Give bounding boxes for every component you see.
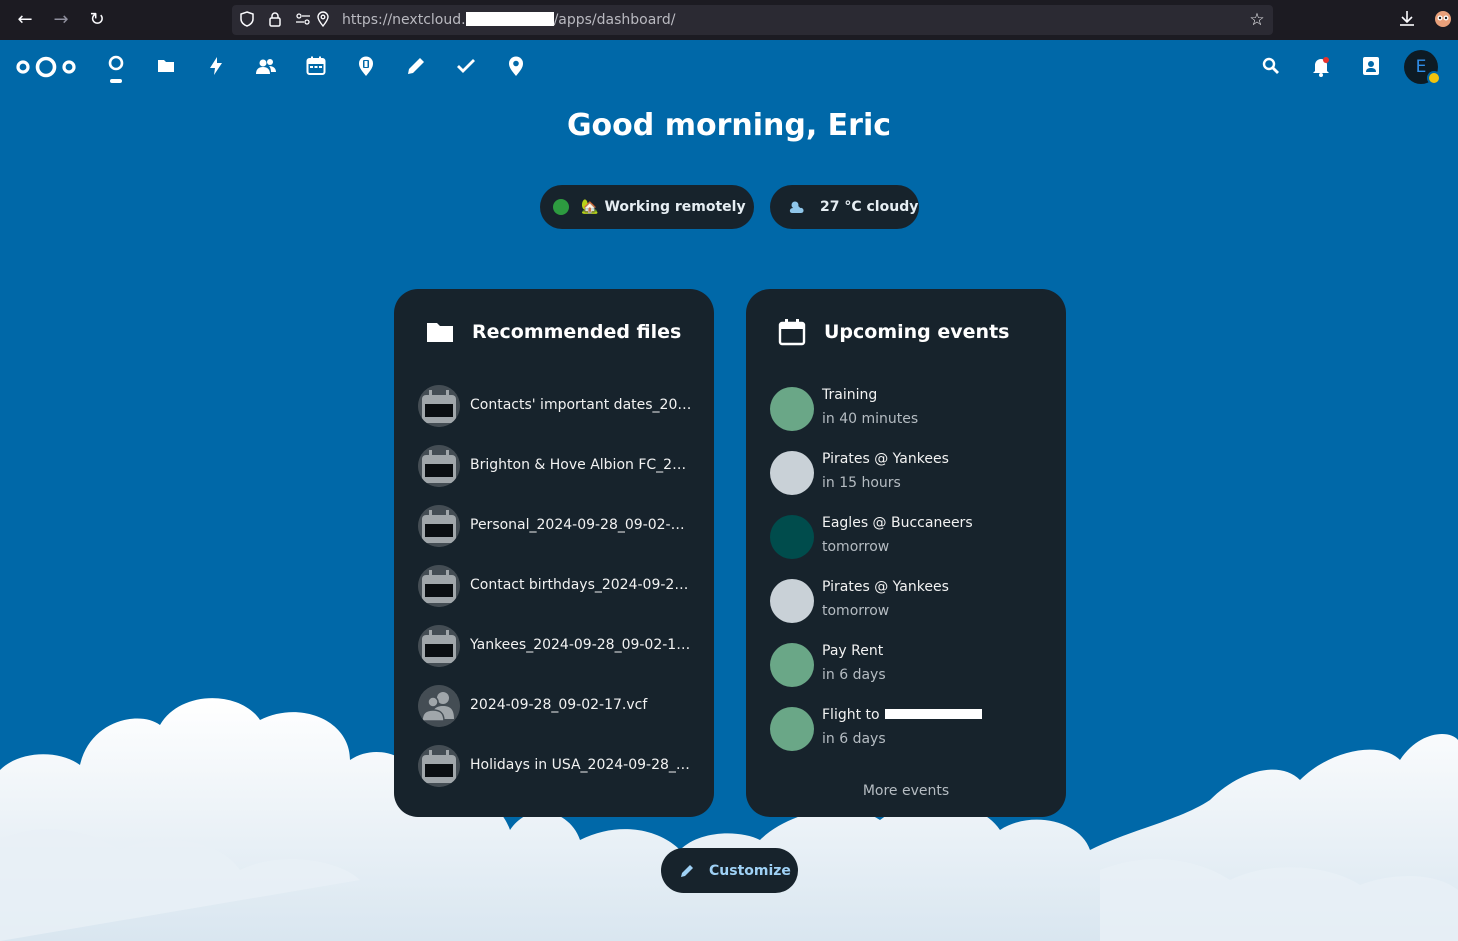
permissions-icon[interactable] — [294, 11, 312, 29]
widget-title: Upcoming events — [824, 321, 1010, 343]
maps-app-icon[interactable] — [354, 54, 378, 78]
calendar-file-icon — [418, 745, 460, 787]
file-name: Yankees_2024-09-28_09-02-17.ics — [470, 637, 692, 653]
search-icon[interactable] — [1259, 54, 1283, 78]
reload-icon[interactable]: ↻ — [86, 9, 108, 31]
address-bar[interactable]: https://nextcloud./apps/dashboard/ ☆ — [232, 5, 1273, 35]
back-icon[interactable]: ← — [14, 9, 36, 31]
event-item[interactable]: Pay Rent in 6 days — [770, 643, 1050, 691]
calendar-app-icon[interactable] — [304, 54, 328, 78]
calendar-icon — [778, 319, 806, 346]
event-time: in 6 days — [822, 731, 886, 747]
calendar-file-icon — [418, 625, 460, 667]
event-calendar-color-dot — [770, 387, 814, 431]
file-item[interactable]: Contact birthdays_2024-09-28_09-02-17.ic… — [418, 565, 698, 609]
event-item[interactable]: Pirates @ Yankees tomorrow — [770, 579, 1050, 627]
more-events-link[interactable]: More events — [746, 783, 1066, 799]
folder-icon — [427, 323, 453, 342]
customize-button[interactable]: Customize — [661, 848, 798, 893]
file-item[interactable]: Brighton & Hove Albion FC_2024-09-28_09-… — [418, 445, 698, 489]
file-name: Contacts' important dates_2024-09-28_09-… — [470, 397, 692, 413]
event-time: in 40 minutes — [822, 411, 919, 427]
notifications-bell-icon[interactable] — [1309, 54, 1333, 78]
weather-label: 27 °C cloudy — [820, 199, 919, 215]
file-name: 2024-09-28_09-02-17.vcf — [470, 697, 648, 713]
contacts-file-icon — [418, 685, 460, 727]
event-item[interactable]: Training in 40 minutes — [770, 387, 1050, 435]
location-app-icon[interactable] — [504, 54, 528, 78]
weather-button[interactable]: 27 °C cloudy — [770, 185, 919, 229]
app-header: E — [0, 40, 1458, 92]
event-calendar-color-dot — [770, 643, 814, 687]
file-item[interactable]: Yankees_2024-09-28_09-02-17.ics — [418, 625, 698, 669]
event-time: in 15 hours — [822, 475, 901, 491]
nextcloud-logo-icon[interactable] — [15, 55, 77, 79]
event-title-wrapper: Flight to — [822, 707, 983, 723]
cloudy-weather-icon — [789, 201, 804, 213]
forward-icon[interactable]: → — [50, 9, 72, 31]
status-button[interactable]: 🏡 Working remotely — [540, 185, 754, 229]
contacts-menu-icon[interactable] — [1359, 54, 1383, 78]
customize-label: Customize — [709, 862, 791, 879]
greeting-heading: Good morning, Eric — [566, 108, 892, 143]
file-name: Contact birthdays_2024-09-28_09-02-17.ic… — [470, 577, 692, 593]
redacted-destination — [885, 709, 983, 719]
event-title: Pirates @ Yankees — [822, 451, 949, 467]
event-calendar-color-dot — [770, 451, 814, 495]
calendar-file-icon — [418, 565, 460, 607]
house-emoji-icon: 🏡 — [581, 199, 599, 215]
event-title: Pirates @ Yankees — [822, 579, 949, 595]
event-title: Eagles @ Buccaneers — [822, 515, 973, 531]
file-item[interactable]: Contacts' important dates_2024-09-28_09-… — [418, 385, 698, 429]
event-title: Pay Rent — [822, 643, 884, 659]
file-item[interactable]: 2024-09-28_09-02-17.vcf — [418, 685, 698, 729]
event-item[interactable]: Pirates @ Yankees in 15 hours — [770, 451, 1050, 499]
file-name: Holidays in USA_2024-09-28_09-02-17.ics — [470, 757, 692, 773]
tasks-app-icon[interactable] — [454, 54, 478, 78]
clouds-background — [0, 698, 1458, 941]
notes-app-icon[interactable] — [404, 54, 428, 78]
file-name: Brighton & Hove Albion FC_2024-09-28_09-… — [470, 457, 692, 473]
event-time: in 6 days — [822, 667, 886, 683]
file-name: Personal_2024-09-28_09-02-17.ics — [470, 517, 692, 533]
pencil-icon — [681, 864, 693, 877]
bookmark-star-icon[interactable]: ☆ — [1247, 10, 1267, 30]
downloads-icon[interactable] — [1396, 9, 1418, 31]
event-title: Flight to — [822, 707, 880, 723]
event-item[interactable]: Eagles @ Buccaneers tomorrow — [770, 515, 1050, 563]
status-label: Working remotely — [604, 199, 746, 215]
widget-title: Recommended files — [472, 321, 682, 343]
user-status-badge — [1427, 71, 1441, 85]
event-calendar-color-dot — [770, 707, 814, 751]
event-calendar-color-dot — [770, 515, 814, 559]
url-text[interactable]: https://nextcloud./apps/dashboard/ — [342, 11, 675, 29]
calendar-file-icon — [418, 445, 460, 487]
upcoming-events-widget: Upcoming events Training in 40 minutes P… — [746, 289, 1066, 817]
dashboard-app-icon[interactable] — [104, 54, 128, 78]
lock-icon[interactable] — [266, 11, 284, 29]
location-permission-icon[interactable] — [314, 11, 332, 29]
recommended-files-widget: Recommended files Contacts' important da… — [394, 289, 714, 817]
calendar-file-icon — [418, 505, 460, 547]
event-time: tomorrow — [822, 603, 890, 619]
file-item[interactable]: Personal_2024-09-28_09-02-17.ics — [418, 505, 698, 549]
event-calendar-color-dot — [770, 579, 814, 623]
event-item[interactable]: Flight to in 6 days — [770, 707, 1050, 755]
shield-icon[interactable] — [238, 11, 256, 29]
online-status-dot — [553, 199, 569, 215]
file-item[interactable]: Holidays in USA_2024-09-28_09-02-17.ics — [418, 745, 698, 789]
activity-app-icon[interactable] — [204, 54, 228, 78]
event-time: tomorrow — [822, 539, 890, 555]
extension-icon[interactable] — [1432, 9, 1454, 31]
files-app-icon[interactable] — [154, 54, 178, 78]
contacts-app-icon[interactable] — [254, 54, 278, 78]
calendar-file-icon — [418, 385, 460, 427]
redacted-host — [465, 12, 554, 26]
active-app-indicator — [110, 79, 122, 83]
browser-toolbar: ← → ↻ https://nextcloud./apps/dashboard/… — [0, 0, 1458, 40]
event-title: Training — [822, 387, 878, 403]
